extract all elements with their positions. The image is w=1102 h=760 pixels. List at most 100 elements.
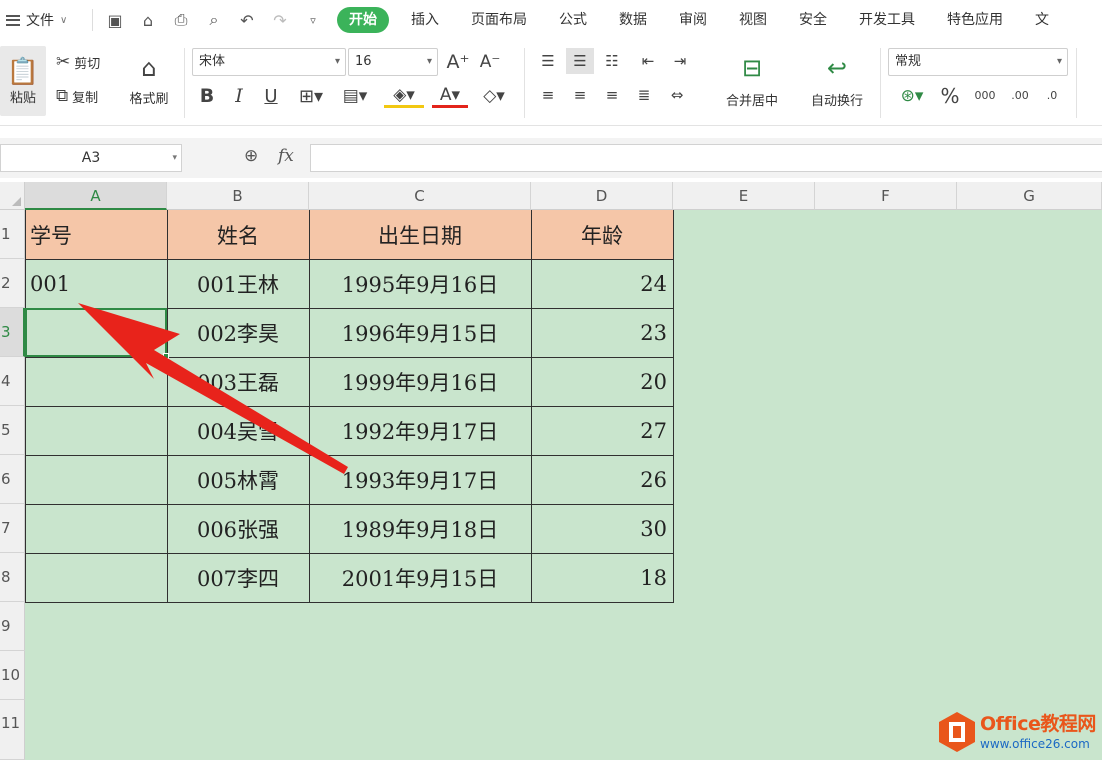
bold-icon[interactable]: B xyxy=(196,84,218,108)
row-header-11[interactable]: 11 xyxy=(0,700,25,760)
table-cell[interactable]: 003王磊 xyxy=(167,357,309,406)
table-cell[interactable]: 20 xyxy=(531,357,673,406)
align-bottom-icon[interactable]: ☷ xyxy=(600,50,624,72)
table-cell[interactable]: 27 xyxy=(531,406,673,455)
table-cell[interactable]: 18 xyxy=(531,553,673,602)
row-header-7[interactable]: 7 xyxy=(0,504,25,553)
table-cell[interactable]: 001 xyxy=(25,259,167,308)
tab-more[interactable]: 文 xyxy=(1019,7,1049,33)
format-painter-button[interactable]: ⌂ 格式刷 xyxy=(124,48,174,112)
formula-input[interactable] xyxy=(310,144,1102,172)
column-header-c[interactable]: C xyxy=(309,182,531,210)
font-size-select[interactable]: 16 ▾ xyxy=(348,48,438,76)
table-cell[interactable]: 1993年9月17日 xyxy=(309,455,531,504)
font-color-icon[interactable]: A▾ xyxy=(432,84,468,108)
tab-review[interactable]: 审阅 xyxy=(663,7,723,33)
table-cell[interactable]: 001王林 xyxy=(167,259,309,308)
decrease-font-icon[interactable]: A⁻ xyxy=(478,50,502,74)
row-header-5[interactable]: 5 xyxy=(0,406,25,455)
undo-icon[interactable]: ↶ xyxy=(237,11,257,30)
eraser-icon[interactable]: ◇▾ xyxy=(476,84,512,108)
row-header-8[interactable]: 8 xyxy=(0,553,25,602)
table-cell[interactable] xyxy=(25,455,167,504)
table-cell[interactable]: 1999年9月16日 xyxy=(309,357,531,406)
table-cell[interactable] xyxy=(25,357,167,406)
header-cell-name[interactable]: 姓名 xyxy=(167,210,309,259)
table-cell[interactable]: 30 xyxy=(531,504,673,553)
column-header-b[interactable]: B xyxy=(167,182,309,210)
print-icon[interactable]: ⎙ xyxy=(171,10,191,30)
tab-insert[interactable]: 插入 xyxy=(395,7,455,33)
active-cell-selection[interactable] xyxy=(25,308,169,359)
borders-icon[interactable]: ⊞▾ xyxy=(294,84,328,108)
cell-style-icon[interactable]: ▤▾ xyxy=(338,84,372,108)
column-header-g[interactable]: G xyxy=(957,182,1102,210)
increase-indent-icon[interactable]: ⇥ xyxy=(668,50,692,72)
table-cell[interactable]: 007李四 xyxy=(167,553,309,602)
file-menu[interactable]: 文件 ∨ xyxy=(0,10,92,30)
percent-button[interactable]: % xyxy=(938,84,962,108)
increase-decimal-icon[interactable]: .00 xyxy=(1006,82,1034,108)
table-cell[interactable]: 1996年9月15日 xyxy=(309,308,531,357)
customize-icon[interactable]: ▿ xyxy=(303,14,323,27)
table-cell[interactable]: 004吴雪 xyxy=(167,406,309,455)
table-cell[interactable]: 1995年9月16日 xyxy=(309,259,531,308)
align-top-icon[interactable]: ☰ xyxy=(536,50,560,72)
paste-button[interactable]: 📋 粘贴 xyxy=(0,46,46,116)
tab-formulas[interactable]: 公式 xyxy=(543,7,603,33)
table-cell[interactable]: 1992年9月17日 xyxy=(309,406,531,455)
print-preview-icon[interactable]: ⌕ xyxy=(204,10,224,30)
column-header-d[interactable]: D xyxy=(531,182,673,210)
header-cell-age[interactable]: 年龄 xyxy=(531,210,673,259)
align-center-icon[interactable]: ≡ xyxy=(568,84,592,106)
zoom-icon[interactable]: ⊕ xyxy=(244,146,258,166)
header-cell-birthdate[interactable]: 出生日期 xyxy=(309,210,531,259)
align-left-icon[interactable]: ≡ xyxy=(536,84,560,106)
column-header-f[interactable]: F xyxy=(815,182,957,210)
italic-icon[interactable]: I xyxy=(228,84,250,108)
table-cell[interactable] xyxy=(25,553,167,602)
table-cell[interactable]: 005林霄 xyxy=(167,455,309,504)
tab-view[interactable]: 视图 xyxy=(723,7,783,33)
fx-button[interactable]: fx xyxy=(278,146,294,166)
format-painter-icon[interactable]: ⌂ xyxy=(138,11,158,30)
align-right-icon[interactable]: ≡ xyxy=(600,84,624,106)
table-cell[interactable]: 006张强 xyxy=(167,504,309,553)
header-cell-student-id[interactable]: 学号 xyxy=(25,210,167,259)
tab-developer[interactable]: 开发工具 xyxy=(843,7,931,33)
table-cell[interactable]: 24 xyxy=(531,259,673,308)
row-header-2[interactable]: 2 xyxy=(0,259,25,308)
font-name-select[interactable]: 宋体 ▾ xyxy=(192,48,346,76)
wrap-text-button[interactable]: ↩ 自动换行 xyxy=(802,48,872,114)
fill-handle[interactable] xyxy=(163,353,169,359)
table-cell[interactable]: 1989年9月18日 xyxy=(309,504,531,553)
tab-home[interactable]: 开始 xyxy=(337,7,389,33)
thousands-button[interactable]: 000 xyxy=(970,82,1000,108)
currency-icon[interactable]: ⊛▾ xyxy=(894,84,930,108)
increase-font-icon[interactable]: A⁺ xyxy=(446,50,470,74)
select-all-corner[interactable] xyxy=(0,182,25,210)
merge-center-button[interactable]: ⊟ 合并居中 xyxy=(710,48,794,114)
align-middle-icon[interactable]: ☰ xyxy=(566,48,594,74)
name-box[interactable]: A3 ▾ xyxy=(0,144,182,172)
row-header-6[interactable]: 6 xyxy=(0,455,25,504)
column-header-a[interactable]: A xyxy=(25,182,167,210)
decrease-decimal-icon[interactable]: .0 xyxy=(1038,82,1066,108)
tab-security[interactable]: 安全 xyxy=(783,7,843,33)
number-format-select[interactable]: 常规 ▾ xyxy=(888,48,1068,76)
copy-button[interactable]: ⧉ 复制 xyxy=(56,86,98,106)
decrease-indent-icon[interactable]: ⇤ xyxy=(636,50,660,72)
table-cell[interactable] xyxy=(25,504,167,553)
distributed-icon[interactable]: ⇔ xyxy=(664,84,690,106)
tab-special[interactable]: 特色应用 xyxy=(931,7,1019,33)
redo-icon[interactable]: ↷ xyxy=(270,11,290,30)
row-header-4[interactable]: 4 xyxy=(0,357,25,406)
fill-color-icon[interactable]: ◈▾ xyxy=(384,84,424,108)
table-cell[interactable]: 26 xyxy=(531,455,673,504)
row-header-3[interactable]: 3 xyxy=(0,308,25,357)
table-cell[interactable] xyxy=(25,406,167,455)
justify-icon[interactable]: ≣ xyxy=(632,84,656,106)
underline-icon[interactable]: U xyxy=(260,84,282,108)
save-icon[interactable]: ▣ xyxy=(105,11,125,30)
row-header-9[interactable]: 9 xyxy=(0,602,25,651)
